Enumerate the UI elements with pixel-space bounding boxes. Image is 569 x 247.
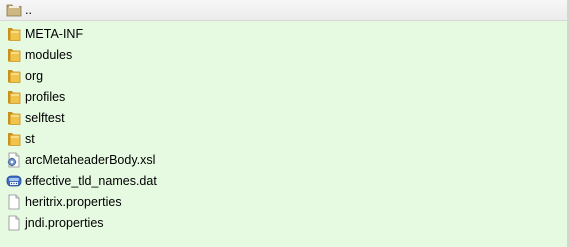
list-item-folder[interactable]: st — [0, 129, 569, 150]
document-icon — [6, 194, 22, 210]
folder-icon — [6, 68, 22, 84]
list-item-label: modules — [25, 48, 73, 62]
list-item-folder[interactable]: META-INF — [0, 24, 569, 45]
folder-icon — [6, 131, 22, 147]
list-item-label: heritrix.properties — [25, 195, 122, 209]
list-item-label: st — [25, 132, 35, 146]
dat-file-icon — [6, 173, 22, 189]
list-item-folder[interactable]: modules — [0, 45, 569, 66]
list-item-file[interactable]: heritrix.properties — [0, 192, 569, 213]
folder-icon — [6, 110, 22, 126]
xsl-file-icon — [6, 152, 22, 168]
document-icon — [6, 215, 22, 231]
list-item-folder[interactable]: selftest — [0, 108, 569, 129]
list-item-label: profiles — [25, 90, 66, 104]
list-item-label: effective_tld_names.dat — [25, 174, 157, 188]
list-item-folder[interactable]: org — [0, 66, 569, 87]
folder-icon — [6, 26, 22, 42]
file-list: .. META-INF modules org profiles selftes… — [0, 0, 569, 247]
list-item-file[interactable]: jndi.properties — [0, 213, 569, 234]
list-item-label: jndi.properties — [25, 216, 104, 230]
folder-icon — [6, 47, 22, 63]
folder-up-icon — [6, 2, 22, 18]
list-item-label: META-INF — [25, 27, 84, 41]
parent-directory-label: .. — [25, 3, 32, 17]
folder-icon — [6, 89, 22, 105]
parent-directory-row[interactable]: .. — [0, 0, 569, 21]
list-item-folder[interactable]: profiles — [0, 87, 569, 108]
list-item-file[interactable]: effective_tld_names.dat — [0, 171, 569, 192]
list-item-label: selftest — [25, 111, 65, 125]
list-item-label: org — [25, 69, 44, 83]
list-item-file[interactable]: arcMetaheaderBody.xsl — [0, 150, 569, 171]
list-item-label: arcMetaheaderBody.xsl — [25, 153, 156, 167]
